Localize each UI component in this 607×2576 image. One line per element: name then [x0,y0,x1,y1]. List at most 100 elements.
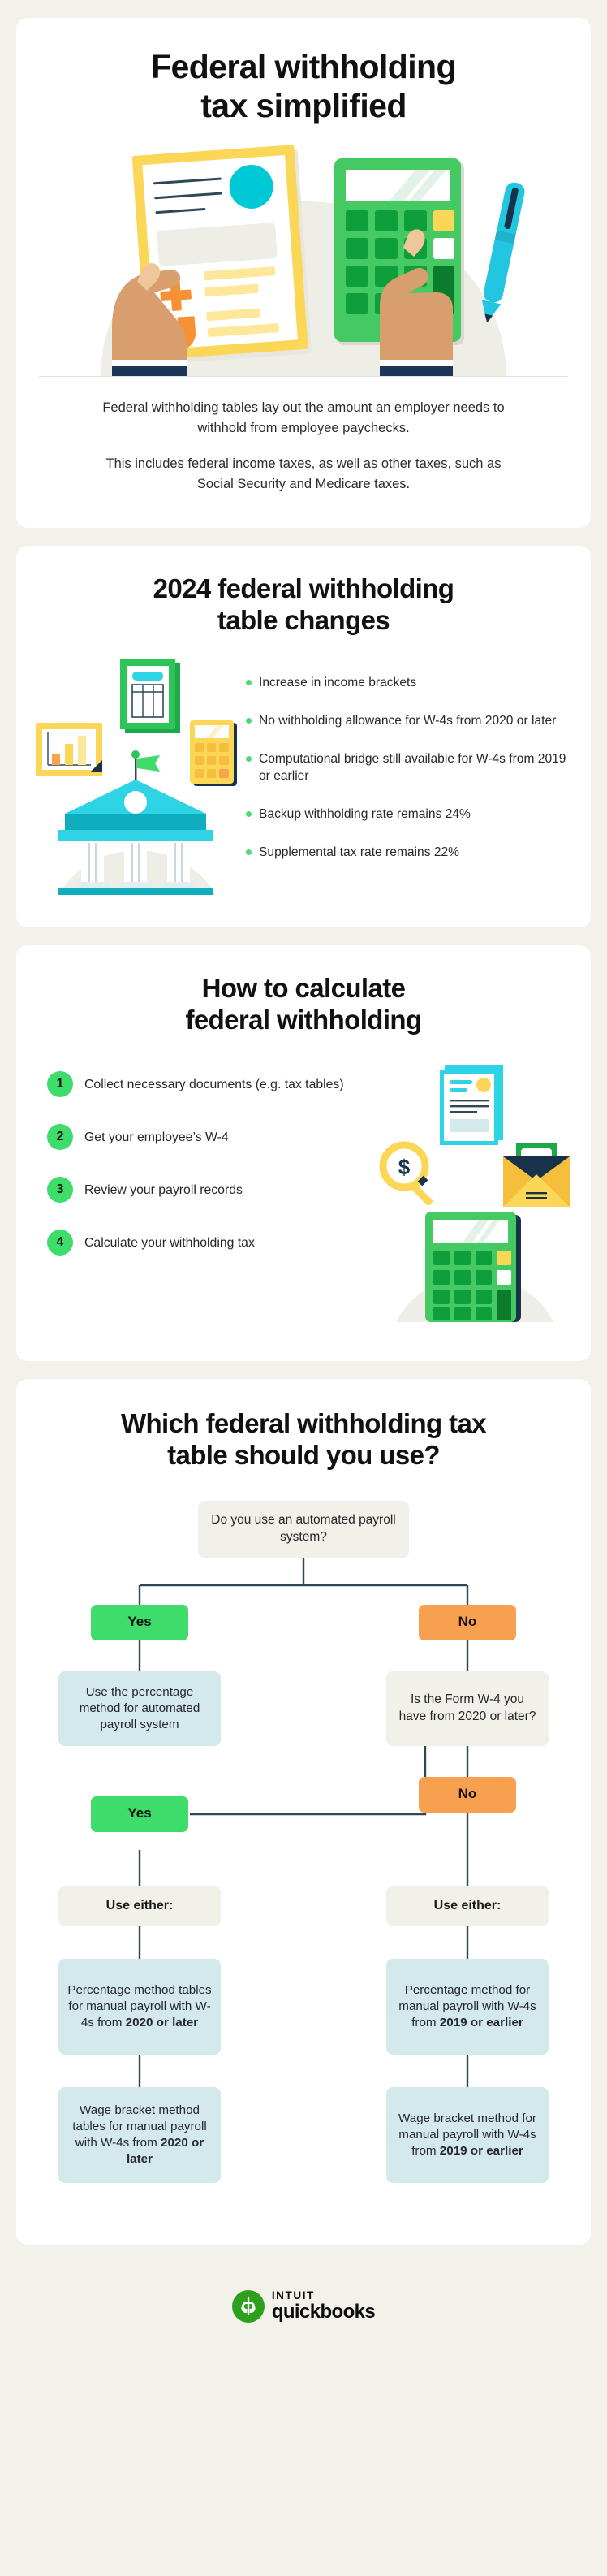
pen-illustration [481,182,525,323]
hero-illustration [16,132,591,376]
list-item: Computational bridge still available for… [246,750,568,784]
flow-node-text-emphasis: 2019 or earlier [439,2143,523,2158]
flow-node-text-emphasis: 2020 or later [125,2015,199,2029]
quickbooks-qb-logo-icon [231,2289,265,2323]
flow-node-yes-1: Yes [91,1604,188,1640]
list-item: No withholding allowance for W-4s from 2… [246,712,568,729]
footer-brand: INTUIT quickbooks [16,2263,591,2347]
flow-node-text: Use the percentage method for automated … [79,1684,200,1731]
money-envelope-icon [503,1143,570,1207]
svg-text:$: $ [398,1155,411,1179]
intuit-wordmark: INTUIT [271,2289,315,2302]
changes-card: 2024 federal withholding table changes I… [16,546,591,927]
flow-node-no-2: No [419,1776,516,1813]
flow-node-text: Do you use an automated payroll system? [211,1513,396,1544]
flowchart-title: Which federal withholding tax table shou… [16,1379,591,1472]
step-number-badge: 3 [47,1176,73,1203]
quickbooks-wordmark: quickbooks [271,2300,376,2323]
flow-node-text: Percentage method tables for manual payr… [67,1982,213,2031]
flow-node-text: Wage bracket method tables for manual pa… [67,2103,213,2168]
documents-money-calculator-illustration: $ [379,1065,570,1322]
bullet-label: Backup withholding rate remains 24% [259,807,471,822]
steps-title: How to calculate federal withholding [16,945,591,1036]
bullet-dot-icon [246,679,252,685]
bullet-label: Increase in income brackets [259,675,417,689]
flowchart-card: Which federal withholding tax table shou… [16,1378,591,2245]
changes-illustration [34,651,241,895]
flow-node-text: Is the Form W-4 you have from 2020 or la… [398,1692,536,1723]
list-item: Backup withholding rate remains 24% [246,806,568,823]
changes-bullet-list: Increase in income brackets No withholdi… [246,651,568,861]
flow-node-text: Wage bracket method for manual payroll w… [394,2111,540,2159]
list-item: 4 Calculate your withholding tax [47,1229,373,1256]
flow-node-text: Yes [127,1805,152,1822]
flow-node-root-question: Do you use an automated payroll system? [198,1500,409,1558]
hero-paragraph-1: Federal withholding tables lay out the a… [102,400,505,436]
changes-title-line-1: 2024 federal withholding [153,573,454,603]
changes-title: 2024 federal withholding table changes [16,546,591,637]
bullet-dot-icon [246,849,252,856]
hero-paragraph-2: This includes federal income taxes, as w… [105,456,502,492]
steps-card: How to calculate federal withholding 1 C… [16,944,591,1361]
dollar-magnifier-icon: $ [379,1141,433,1206]
divider [39,375,568,377]
steps-illustration: $ [373,1054,576,1322]
flag-icon [131,750,160,784]
flow-node-text: Use either: [433,1899,502,1913]
left-hand [112,262,187,376]
hero-title-line-2: tax simplified [200,87,407,125]
flow-node-use-either-right: Use either: [386,1885,549,1926]
changes-title-line-2: table changes [217,604,390,635]
flow-node-text: No [458,1614,477,1630]
step-number-badge: 1 [47,1070,73,1097]
bar-chart-icon [36,722,102,776]
green-calculator-icon [425,1211,521,1322]
page-title: Federal withholding tax simplified [16,18,591,126]
flow-node-percentage-right: Percentage method for manual payroll wit… [386,1958,549,2055]
flowchart-title-line-1: Which federal withholding tax [120,1407,487,1438]
flow-node-yes-result: Use the percentage method for automated … [58,1671,221,1746]
hero-card: Federal withholding tax simplified Feder… [16,18,591,528]
brand-wordmark: INTUIT quickbooks [271,2289,376,2323]
hero-title-line-1: Federal withholding [151,48,456,85]
list-item: 2 Get your employee’s W-4 [47,1123,373,1150]
bank-building-illustration [36,659,237,895]
hands-form-calculator-illustration [101,145,525,376]
steps-title-line-2: federal withholding [185,1004,422,1035]
list-item: 1 Collect necessary documents (e.g. tax … [47,1070,373,1097]
flow-node-second-question: Is the Form W-4 you have from 2020 or la… [386,1671,549,1746]
bullet-label: Supplemental tax rate remains 22% [259,845,460,860]
yellow-calculator-icon [190,720,237,786]
step-label: Calculate your withholding tax [84,1235,255,1250]
steps-title-line-1: How to calculate [201,972,406,1003]
bullet-dot-icon [246,755,252,762]
document-stack-icon [440,1065,503,1145]
bullet-label: No withholding allowance for W-4s from 2… [259,713,557,728]
step-label: Collect necessary documents (e.g. tax ta… [84,1077,344,1091]
steps-list: 1 Collect necessary documents (e.g. tax … [47,1054,373,1256]
flow-node-wage-left: Wage bracket method tables for manual pa… [58,2086,221,2183]
flow-node-text: No [458,1786,477,1802]
step-number-badge: 2 [47,1123,73,1150]
bullet-dot-icon [246,811,252,818]
flowchart-canvas: Do you use an automated payroll system? … [44,1494,563,2201]
flow-node-text: Percentage method for manual payroll wit… [394,1982,540,2031]
flow-node-no-1: No [419,1604,516,1640]
flow-node-text: Use either: [105,1899,174,1913]
flow-node-text: Yes [127,1614,152,1630]
step-number-badge: 4 [47,1229,73,1256]
list-item: 3 Review your payroll records [47,1176,373,1203]
flow-node-use-either-left: Use either: [58,1885,221,1926]
list-item: Increase in income brackets [246,674,568,691]
table-document-icon [120,659,180,733]
bullet-dot-icon [246,717,252,724]
flow-node-wage-right: Wage bracket method for manual payroll w… [386,2086,549,2183]
flow-node-percentage-left: Percentage method tables for manual payr… [58,1958,221,2055]
bullet-label: Computational bridge still available for… [259,751,566,784]
flow-node-text-emphasis: 2019 or earlier [439,2015,523,2029]
flow-node-yes-2: Yes [91,1796,188,1832]
step-label: Get your employee’s W-4 [84,1130,229,1144]
flowchart-title-line-2: table should you use? [167,1439,440,1470]
list-item: Supplemental tax rate remains 22% [246,844,568,861]
bank-building-icon [58,779,213,895]
